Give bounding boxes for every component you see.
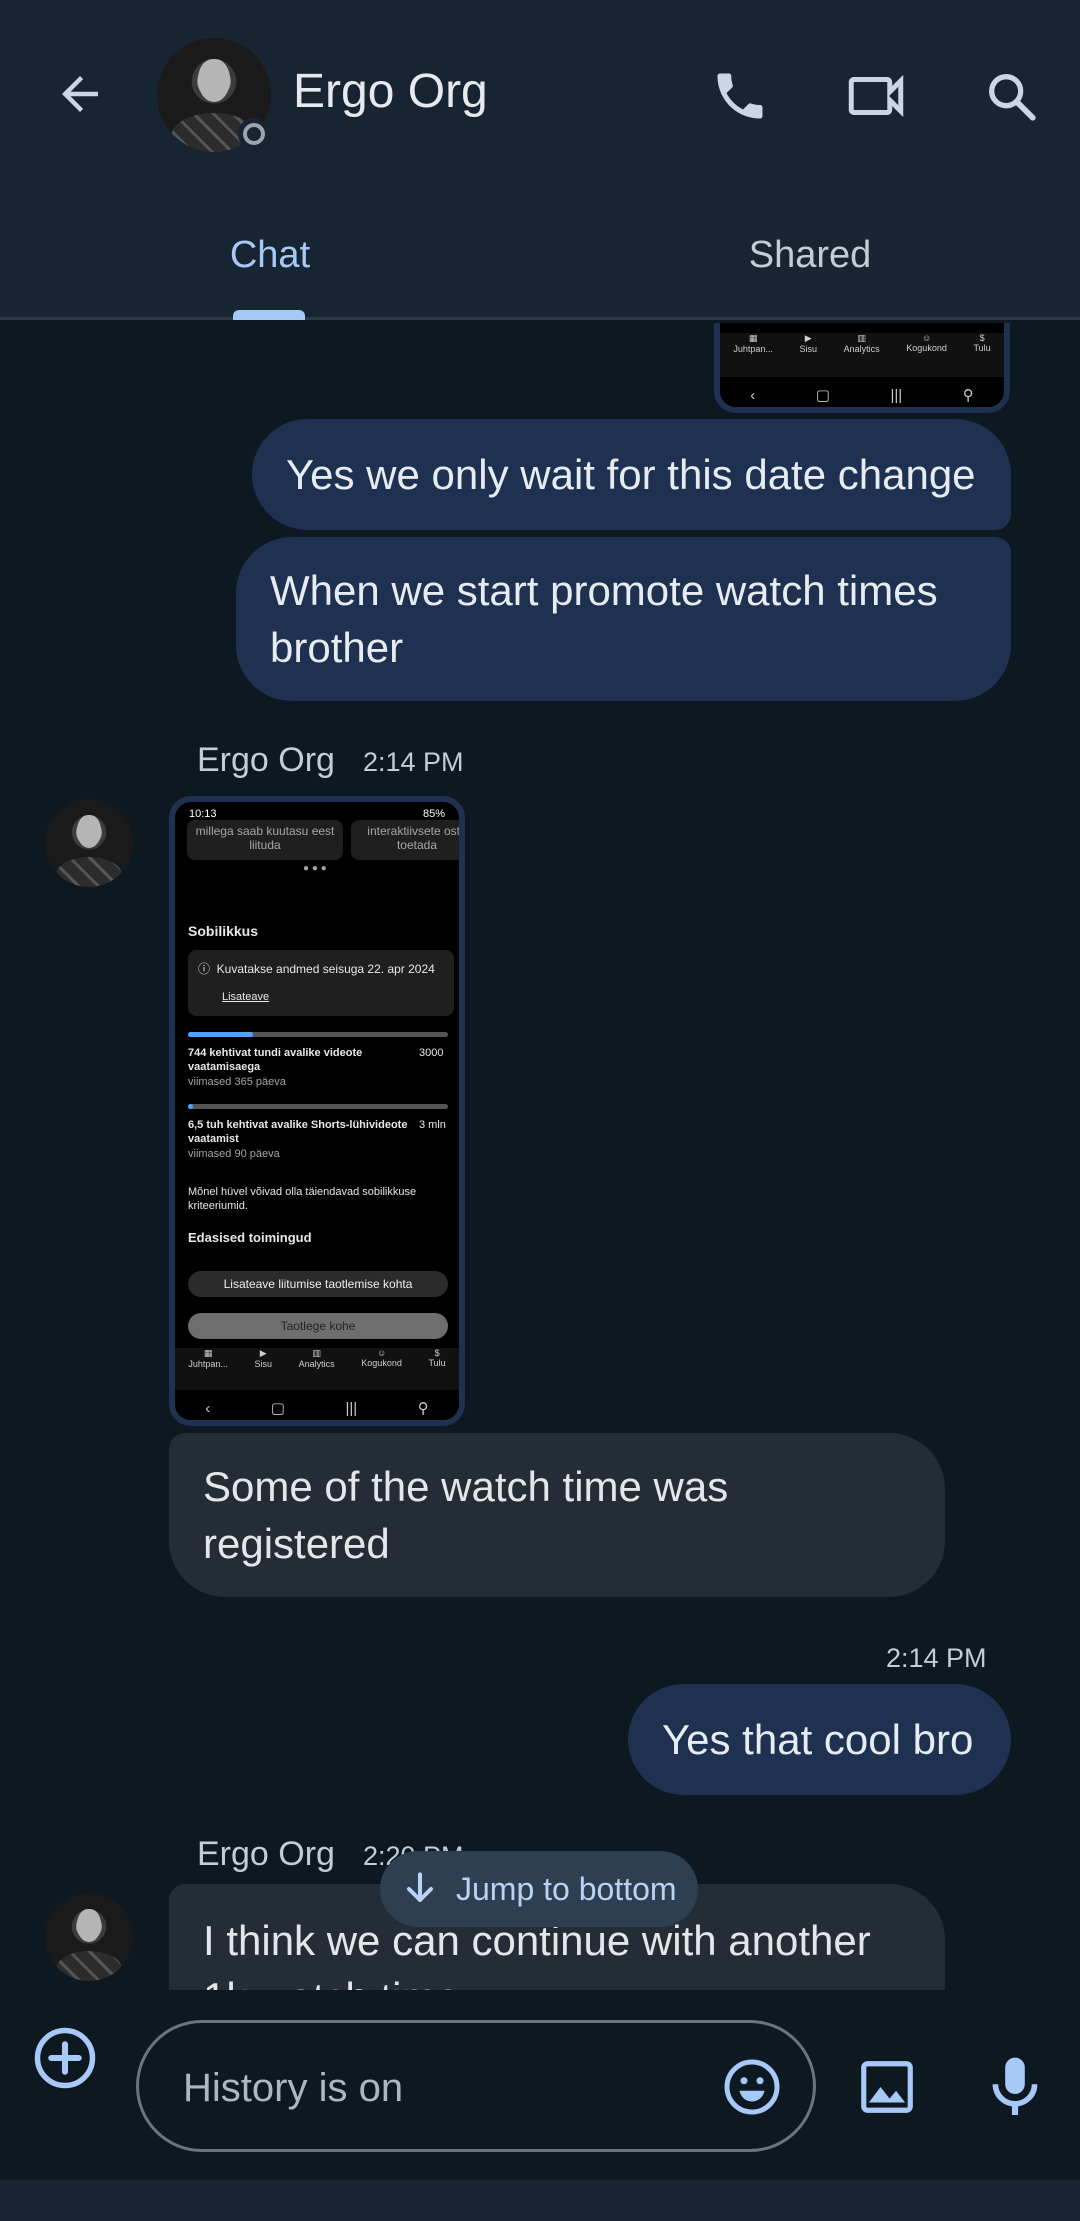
progress-fill	[188, 1104, 194, 1109]
screenshot-card: interaktiivsete ostu toetada	[351, 820, 459, 860]
tab-shared[interactable]: Shared	[540, 190, 1080, 320]
contact-name[interactable]: Ergo Org	[293, 64, 488, 119]
jump-to-bottom-label: Jump to bottom	[456, 1870, 677, 1907]
message-image-partial[interactable]: ▦ Juhtpan... ▶ Sisu ▥ Analytics ☺ Kogukond $…	[714, 323, 1010, 413]
screenshot-system-nav: ‹ ▢ ||| ⚲	[175, 1390, 459, 1420]
jump-to-bottom-button[interactable]: Jump to bottom	[380, 1851, 698, 1927]
message-image[interactable]: 10:13 85% millega saab kuutasu eest liit…	[169, 796, 465, 1426]
screenshot-bottom-nav: ▦ Juhtpan... ▶ Sisu ▥ Analytics ☺ Kogukond $…	[720, 333, 1004, 377]
phone-icon[interactable]	[706, 62, 774, 130]
message-time: 2:14 PM	[363, 747, 464, 777]
screenshot-bottom-nav: ▦ Juhtpan... ▶ Sisu ▥ Analytics ☺ Kogukond $…	[175, 1348, 459, 1390]
nav-item: ▦ Juhtpan...	[733, 333, 773, 354]
nav-item: ☺ Kogukond	[906, 333, 947, 353]
sender-avatar[interactable]	[45, 799, 133, 887]
nav-item: ▶ Sisu	[799, 333, 817, 354]
arrow-down-icon	[406, 1872, 434, 1903]
progress-fill	[188, 1032, 253, 1037]
gallery-icon[interactable]	[856, 2056, 918, 2118]
screenshot-info-card: ⓘ Kuvatakse andmed seisuga 22. apr 2024 …	[188, 950, 454, 1016]
screenshot-section-title: Sobilikkus	[188, 923, 259, 939]
search-icon[interactable]	[977, 62, 1045, 130]
message-input-container[interactable]	[136, 2020, 816, 2152]
add-icon[interactable]	[32, 2025, 98, 2091]
mic-icon[interactable]	[987, 2053, 1043, 2121]
app-bar: Ergo Org	[0, 0, 1080, 190]
tab-bar: Chat Shared	[0, 190, 1080, 320]
back-arrow-icon[interactable]	[48, 62, 112, 126]
message-input[interactable]	[183, 2063, 623, 2113]
emoji-icon[interactable]	[722, 2057, 782, 2117]
message-composer	[0, 1990, 1080, 2180]
sender-avatar[interactable]	[45, 1893, 133, 1981]
message-bubble-outgoing[interactable]: Yes we only wait for this date change	[252, 419, 1011, 530]
active-tab-indicator	[233, 310, 305, 320]
message-bubble-outgoing[interactable]: Yes that cool bro	[628, 1684, 1011, 1795]
progress-bar-watch-hours	[188, 1032, 448, 1037]
bottom-strip	[0, 2180, 1080, 2221]
screenshot-system-nav: ‹ ▢ ||| ⚲	[720, 377, 1004, 407]
nav-item: ▥ Analytics	[843, 333, 880, 354]
screenshot-card: millega saab kuutasu eest liituda	[187, 820, 343, 860]
message-list[interactable]: ▦ Juhtpan... ▶ Sisu ▥ Analytics ☺ Kogukond $…	[0, 323, 1080, 1990]
carousel-dots: ● ● ●	[303, 863, 327, 874]
video-call-icon[interactable]	[842, 62, 910, 130]
message-sender: Ergo Org	[197, 741, 335, 779]
progress-bar-shorts-views	[188, 1104, 448, 1109]
presence-status-icon	[238, 118, 270, 150]
message-time: 2:14 PM	[886, 1643, 987, 1673]
nav-item: $ Tulu	[973, 333, 991, 353]
message-bubble-incoming[interactable]: Some of the watch time was registered	[169, 1433, 945, 1597]
message-sender: Ergo Org	[197, 1835, 335, 1873]
tab-chat[interactable]: Chat	[0, 190, 540, 320]
message-bubble-outgoing[interactable]: When we start promote watch times brothe…	[236, 537, 1011, 701]
